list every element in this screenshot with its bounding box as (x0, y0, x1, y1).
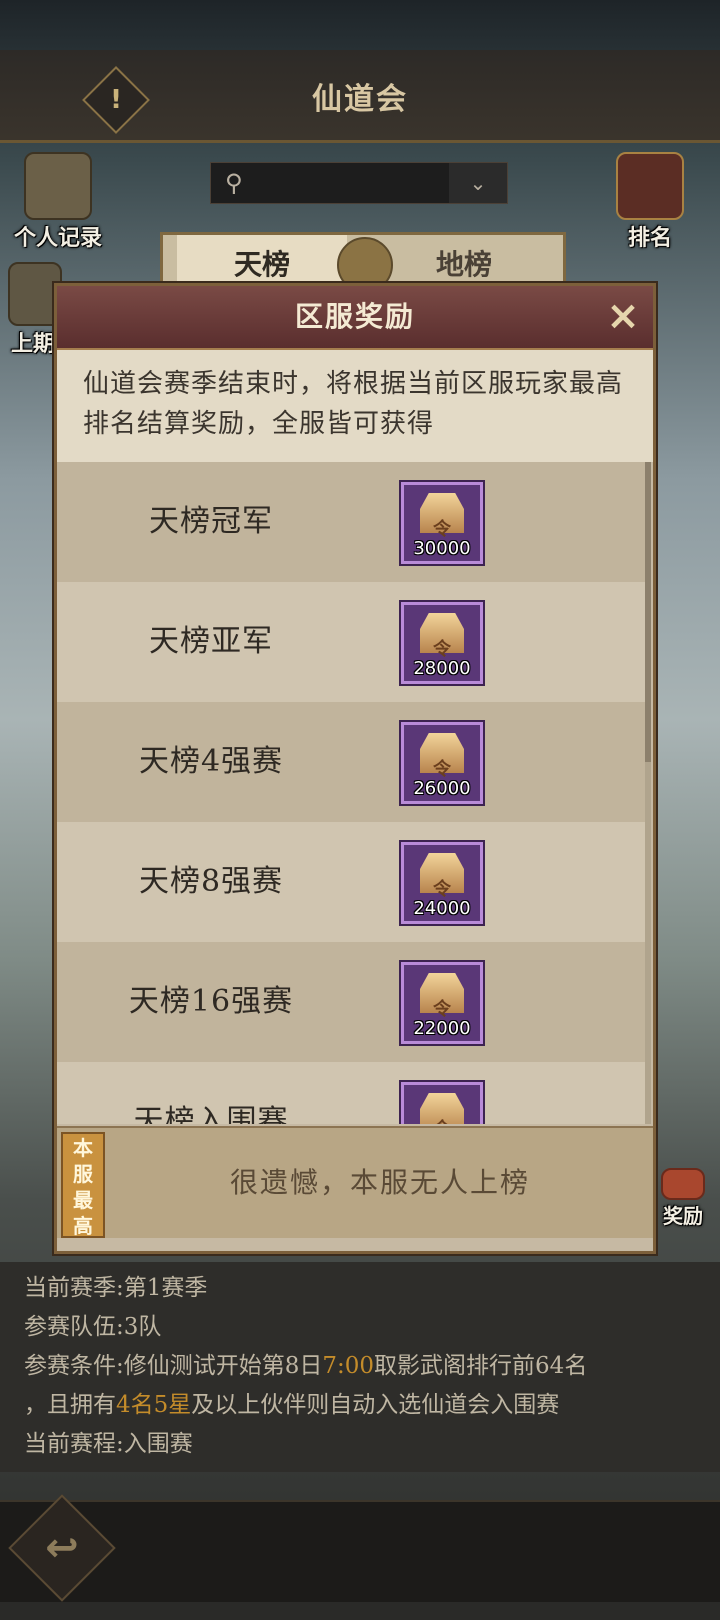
reward-row: 天榜亚军 令 28000 (57, 582, 645, 702)
dialog-intro: 仙道会赛季结束时，将根据当前区服玩家最高排名结算奖励，全服皆可获得 (57, 350, 653, 462)
reward-rank-label: 天榜8强赛 (138, 864, 284, 899)
tag-char: 高 (73, 1214, 93, 1238)
scroll-icon (24, 152, 92, 220)
reward-quantity: 22000 (413, 1018, 471, 1039)
condition2-prefix: ，且拥有 (24, 1392, 116, 1418)
reward-quantity: 24000 (413, 898, 471, 919)
reward-quantity: 30000 (413, 538, 471, 559)
reward-item[interactable]: 令 26000 (401, 722, 483, 804)
map-pin-icon: ⚲ (225, 169, 243, 197)
reward-rank-label: 天榜冠军 (149, 504, 273, 539)
reward-row: 天榜入围赛 令 (57, 1062, 645, 1124)
token-glyph: 令 (404, 1115, 480, 1124)
tag-char: 最 (73, 1188, 93, 1212)
reward-item[interactable]: 令 (401, 1082, 483, 1124)
reward-row: 天榜16强赛 令 22000 (57, 942, 645, 1062)
ranking-button[interactable]: 排名 (608, 152, 692, 252)
condition-time: 7:00 (322, 1353, 375, 1379)
reward-quantity: 28000 (413, 658, 471, 679)
season-info: 当前赛季:第1赛季 参赛队伍:3队 参赛条件:修仙测试开始第8日7:00取影武阁… (0, 1262, 720, 1472)
reward-rank-label: 天榜16强赛 (128, 984, 294, 1019)
reward-item[interactable]: 令 24000 (401, 842, 483, 924)
personal-record-button[interactable]: 个人记录 (8, 152, 108, 252)
condition-line-2: ，且拥有4名5星及以上伙伴则自动入选仙道会入围赛 (24, 1385, 559, 1419)
reward-row: 天榜8强赛 令 24000 (57, 822, 645, 942)
dialog-header: 区服奖励 × (57, 286, 653, 350)
schedule-line: 当前赛程:入围赛 (24, 1431, 193, 1457)
rewards-button[interactable]: 奖励 (650, 1168, 716, 1229)
condition2-highlight: 4名5星 (116, 1392, 192, 1418)
condition-suffix: 取影武阁排行前64名 (374, 1353, 588, 1379)
page-title: 仙道会 (312, 82, 408, 117)
reward-row: 天榜冠军 令 30000 (57, 462, 645, 582)
personal-record-label: 个人记录 (13, 226, 102, 251)
server-best-section: 本 服 最 高 很遗憾，本服无人上榜 (57, 1126, 653, 1238)
intro-text: 仙道会赛季结束时，将根据当前区服玩家最高排名结算奖励，全服皆可获得 (83, 369, 624, 439)
close-icon[interactable]: × (603, 296, 643, 336)
reward-list[interactable]: 天榜冠军 令 30000 天榜亚军 令 28000 天榜4强赛 令 26000 天榜8… (57, 462, 645, 1124)
reward-item[interactable]: 令 30000 (401, 482, 483, 564)
condition2-suffix: 及以上伙伴则自动入选仙道会入围赛 (191, 1392, 560, 1418)
season-line: 当前赛季:第1赛季 (24, 1275, 208, 1301)
server-reward-dialog: 区服奖励 × 仙道会赛季结束时，将根据当前区服玩家最高排名结算奖励，全服皆可获得… (54, 283, 656, 1254)
reward-item[interactable]: 令 28000 (401, 602, 483, 684)
ranking-label: 排名 (627, 226, 672, 251)
list-scrollbar[interactable] (645, 462, 651, 1124)
last-period-button[interactable]: 上期 (8, 262, 62, 358)
reward-row: 天榜4强赛 令 26000 (57, 702, 645, 822)
tag-char: 本 (73, 1136, 93, 1160)
last-period-label: 上期 (10, 332, 55, 357)
condition-prefix: 参赛条件:修仙测试开始第8日 (24, 1353, 323, 1379)
scrollbar-thumb[interactable] (645, 462, 651, 762)
tag-char: 服 (73, 1162, 93, 1186)
reward-rank-label: 天榜4强赛 (138, 744, 284, 779)
teams-line: 参赛队伍:3队 (24, 1314, 162, 1340)
condition-line: 参赛条件:修仙测试开始第8日7:00取影武阁排行前64名 (24, 1346, 587, 1380)
server-best-text: 很遗憾，本服无人上榜 (229, 1166, 530, 1199)
back-arrow-icon: ↩ (45, 1525, 79, 1571)
chest-icon (661, 1168, 705, 1200)
dialog-title: 区服奖励 (294, 300, 415, 333)
rewards-label: 奖励 (663, 1204, 703, 1228)
reward-rank-label: 天榜入围赛 (133, 1104, 289, 1124)
exclamation-icon: ! (110, 85, 122, 115)
server-best-tag: 本 服 最 高 (61, 1132, 105, 1238)
server-select[interactable]: ⚲ ⌄ (210, 162, 508, 204)
reward-item[interactable]: 令 22000 (401, 962, 483, 1044)
chevron-down-icon[interactable]: ⌄ (449, 163, 507, 203)
reward-quantity: 26000 (413, 778, 471, 799)
reward-rank-label: 天榜亚军 (149, 624, 273, 659)
trophy-icon (616, 152, 684, 220)
